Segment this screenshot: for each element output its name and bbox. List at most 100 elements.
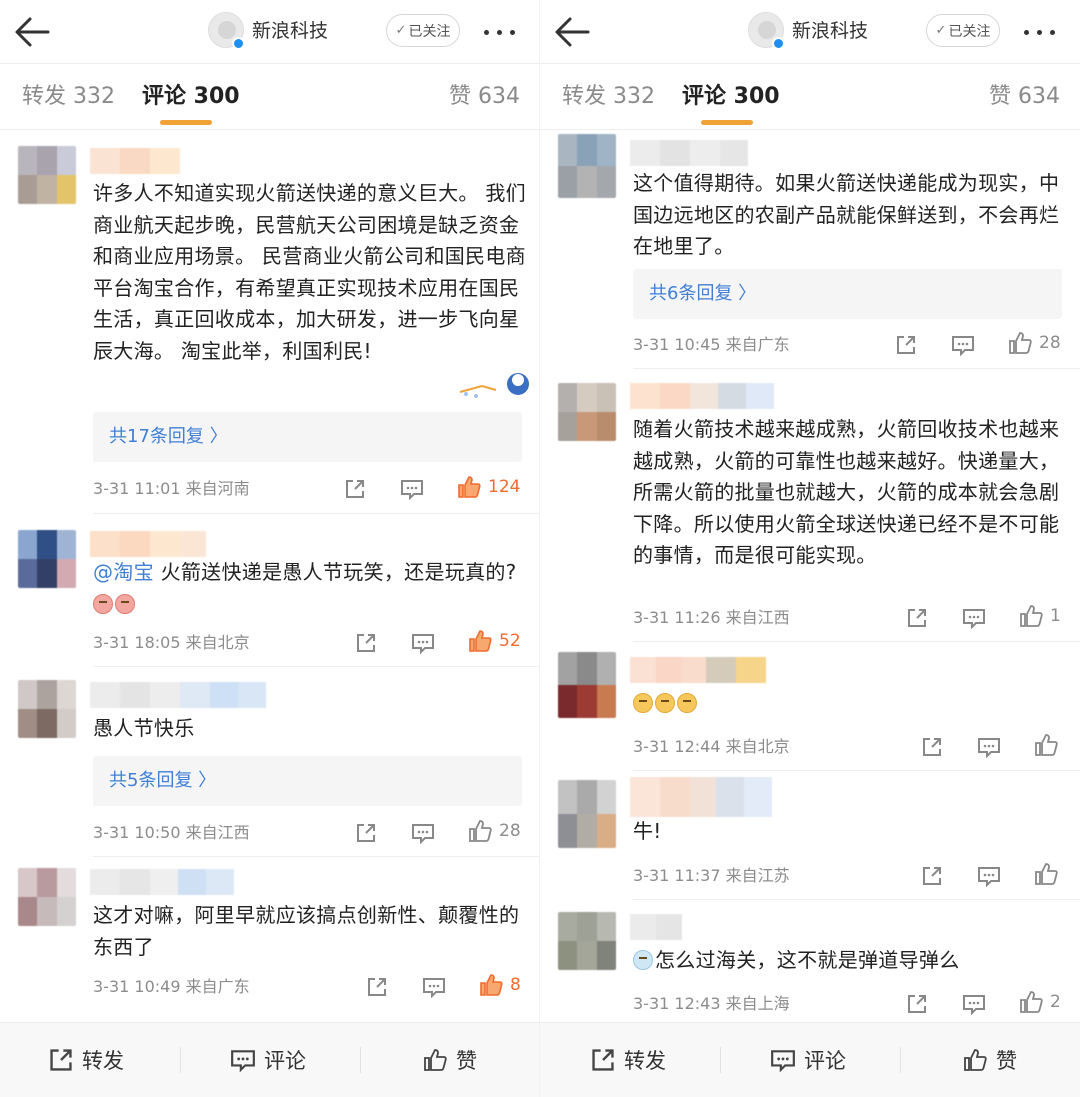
comment-body: 火箭送快递是愚人节玩笑，还是玩真的? xyxy=(153,560,517,584)
comment-divider xyxy=(93,666,540,667)
commenter-name-blurred[interactable] xyxy=(630,657,766,683)
tab-like[interactable]: 赞 634 xyxy=(989,82,1060,112)
like-button[interactable]: 28 xyxy=(1007,330,1061,356)
share-icon[interactable] xyxy=(355,820,377,846)
commenter-avatar[interactable] xyxy=(558,134,616,198)
comment-body: 怎么过海关，这不就是弹道导弹么 xyxy=(655,948,960,972)
comment-label: 评论 xyxy=(804,1049,846,1073)
emoji-icon xyxy=(633,950,653,970)
comment-divider xyxy=(633,770,1080,771)
comment-icon xyxy=(771,1050,795,1072)
more-options-icon[interactable] xyxy=(484,24,524,40)
reply-icon[interactable] xyxy=(951,332,975,358)
account-name[interactable]: 新浪科技 xyxy=(792,18,868,44)
account-name[interactable]: 新浪科技 xyxy=(252,18,328,44)
commenter-name-blurred[interactable] xyxy=(90,531,206,557)
comment-meta: 3-31 18:05 来自北京 xyxy=(93,633,250,652)
tab-comment[interactable]: 评论 300 xyxy=(682,82,780,112)
post-tabs: 转发 332 评论 300 赞 634 xyxy=(540,64,1080,130)
tab-repost[interactable]: 转发 332 xyxy=(22,82,115,112)
follow-button[interactable]: ✓ 已关注 xyxy=(386,14,460,47)
reply-icon[interactable] xyxy=(411,820,435,846)
like-button[interactable]: 52 xyxy=(467,628,521,654)
share-icon[interactable] xyxy=(921,863,943,889)
commenter-avatar[interactable] xyxy=(18,530,76,588)
commenter-avatar[interactable] xyxy=(18,868,76,926)
repost-button[interactable]: 转发 xyxy=(48,1045,124,1075)
mention-link[interactable]: @淘宝 xyxy=(93,560,154,584)
like-button[interactable] xyxy=(1033,861,1065,887)
share-icon[interactable] xyxy=(921,734,943,760)
commenter-avatar[interactable] xyxy=(558,652,616,718)
commenter-avatar[interactable] xyxy=(18,146,76,204)
share-icon[interactable] xyxy=(344,476,366,502)
bottom-action-bar: 转发 评论 赞 xyxy=(0,1022,540,1097)
view-replies-button[interactable]: 共17条回复 〉 xyxy=(93,412,522,462)
thumb-up-icon xyxy=(1020,991,1043,1013)
bottom-action-bar: 转发 评论 赞 xyxy=(540,1022,1080,1097)
comment-text: 这才对嘛，阿里早就应该搞点创新性、颠覆性的东西了 xyxy=(93,903,520,959)
comment-meta: 3-31 12:44 来自北京 xyxy=(633,737,790,756)
like-button[interactable]: 28 xyxy=(467,818,521,844)
comment-button[interactable]: 评论 xyxy=(770,1045,846,1075)
commenter-name-blurred[interactable] xyxy=(90,148,180,174)
follow-button[interactable]: ✓ 已关注 xyxy=(926,14,1000,47)
like-button[interactable]: 1 xyxy=(1018,603,1061,629)
reply-icon[interactable] xyxy=(962,991,986,1017)
commenter-avatar[interactable] xyxy=(558,780,616,848)
like-post-button[interactable]: 赞 xyxy=(962,1045,1017,1075)
weibo-comments-panel-left: 新浪科技 ✓ 已关注 转发 332 评论 300 赞 634 许多人不知道实现火箭… xyxy=(0,0,540,1097)
commenter-avatar[interactable] xyxy=(558,383,616,441)
commenter-name-blurred[interactable] xyxy=(90,682,266,708)
comment-divider xyxy=(633,368,1080,369)
bar-separator xyxy=(900,1047,901,1073)
repost-label: 转发 xyxy=(82,1049,124,1073)
like-count: 8 xyxy=(510,975,521,995)
comment-text: 牛! xyxy=(633,819,662,843)
view-replies-button[interactable]: 共5条回复 〉 xyxy=(93,756,522,806)
commenter-name-blurred[interactable] xyxy=(630,914,682,940)
share-icon[interactable] xyxy=(355,630,377,656)
like-post-button[interactable]: 赞 xyxy=(422,1045,477,1075)
share-icon[interactable] xyxy=(906,605,928,631)
comment-text: 这个值得期待。如果火箭送快递能成为现实，中国边远地区的农副产品就能保鲜送到，不会… xyxy=(633,171,1060,258)
tab-like[interactable]: 赞 634 xyxy=(449,82,520,112)
reply-icon[interactable] xyxy=(400,476,424,502)
bar-separator xyxy=(720,1047,721,1073)
reply-icon[interactable] xyxy=(962,605,986,631)
check-icon: ✓ xyxy=(935,23,947,38)
reply-icon[interactable] xyxy=(422,974,446,1000)
active-tab-indicator xyxy=(160,120,212,125)
replies-count: 共5条回复 〉 xyxy=(109,770,217,791)
commenter-name-blurred[interactable] xyxy=(90,869,234,895)
commenter-name-blurred[interactable] xyxy=(630,383,774,409)
back-arrow-icon[interactable] xyxy=(552,14,592,50)
like-button[interactable]: 124 xyxy=(456,474,520,500)
commenter-name-blurred[interactable] xyxy=(630,777,772,817)
commenter-avatar[interactable] xyxy=(558,912,616,970)
repost-button[interactable]: 转发 xyxy=(590,1045,666,1075)
share-icon[interactable] xyxy=(906,991,928,1017)
weibo-comments-panel-right: 新浪科技 ✓ 已关注 转发 332 评论 300 赞 634 这个值得期待。如果火… xyxy=(540,0,1080,1097)
bar-separator xyxy=(360,1047,361,1073)
share-icon[interactable] xyxy=(895,332,917,358)
reply-icon[interactable] xyxy=(977,863,1001,889)
like-button[interactable]: 2 xyxy=(1018,989,1061,1015)
more-options-icon[interactable] xyxy=(1024,24,1064,40)
replies-count: 共17条回复 〉 xyxy=(109,426,228,447)
view-replies-button[interactable]: 共6条回复 〉 xyxy=(633,269,1062,319)
commenter-name-blurred[interactable] xyxy=(630,140,748,166)
like-button[interactable]: 8 xyxy=(478,972,521,998)
tab-comment[interactable]: 评论 300 xyxy=(142,82,240,112)
share-icon[interactable] xyxy=(366,974,388,1000)
like-button[interactable] xyxy=(1033,732,1065,758)
commenter-avatar[interactable] xyxy=(18,680,76,738)
tab-repost[interactable]: 转发 332 xyxy=(562,82,655,112)
like-count: 52 xyxy=(499,631,521,651)
reply-icon[interactable] xyxy=(411,630,435,656)
emoji-icon xyxy=(93,593,113,614)
back-arrow-icon[interactable] xyxy=(12,14,52,50)
comment-button[interactable]: 评论 xyxy=(230,1045,306,1075)
thumb-up-icon xyxy=(458,476,481,498)
reply-icon[interactable] xyxy=(977,734,1001,760)
